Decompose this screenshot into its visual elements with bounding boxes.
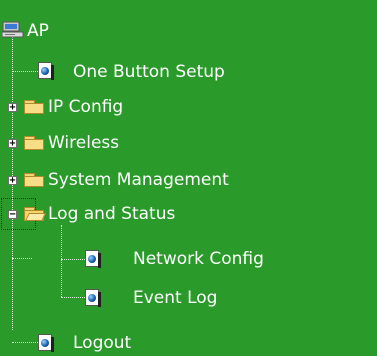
tree-item-label: System Management (48, 170, 229, 190)
tree-connector (61, 259, 85, 260)
expand-icon[interactable]: + (8, 103, 17, 113)
tree-item-label: Network Config (133, 249, 264, 269)
page-icon (85, 250, 101, 268)
collapse-icon[interactable]: − (8, 210, 17, 220)
tree-item-label: Log and Status (48, 204, 176, 224)
tree-connector (12, 258, 32, 259)
tree-connector (61, 225, 62, 297)
tree-item-label: Event Log (133, 288, 218, 308)
tree-root-label: AP (27, 21, 49, 41)
expand-icon[interactable]: + (8, 176, 17, 186)
folder-icon (24, 136, 44, 150)
tree-item-label: One Button Setup (73, 62, 225, 82)
tree-connector (12, 71, 38, 72)
expand-icon[interactable]: + (8, 139, 17, 149)
page-icon (38, 334, 54, 352)
page-icon (38, 62, 54, 80)
tree-item-label: IP Config (48, 97, 124, 117)
tree-item-label: Logout (73, 333, 132, 353)
computer-icon (2, 21, 24, 38)
tree-connector (12, 342, 38, 343)
folder-icon (24, 173, 44, 187)
folder-open-icon (24, 207, 46, 221)
tree-connector (61, 297, 85, 298)
tree-item-label: Wireless (48, 133, 120, 153)
folder-icon (24, 100, 44, 114)
page-icon (85, 289, 101, 307)
